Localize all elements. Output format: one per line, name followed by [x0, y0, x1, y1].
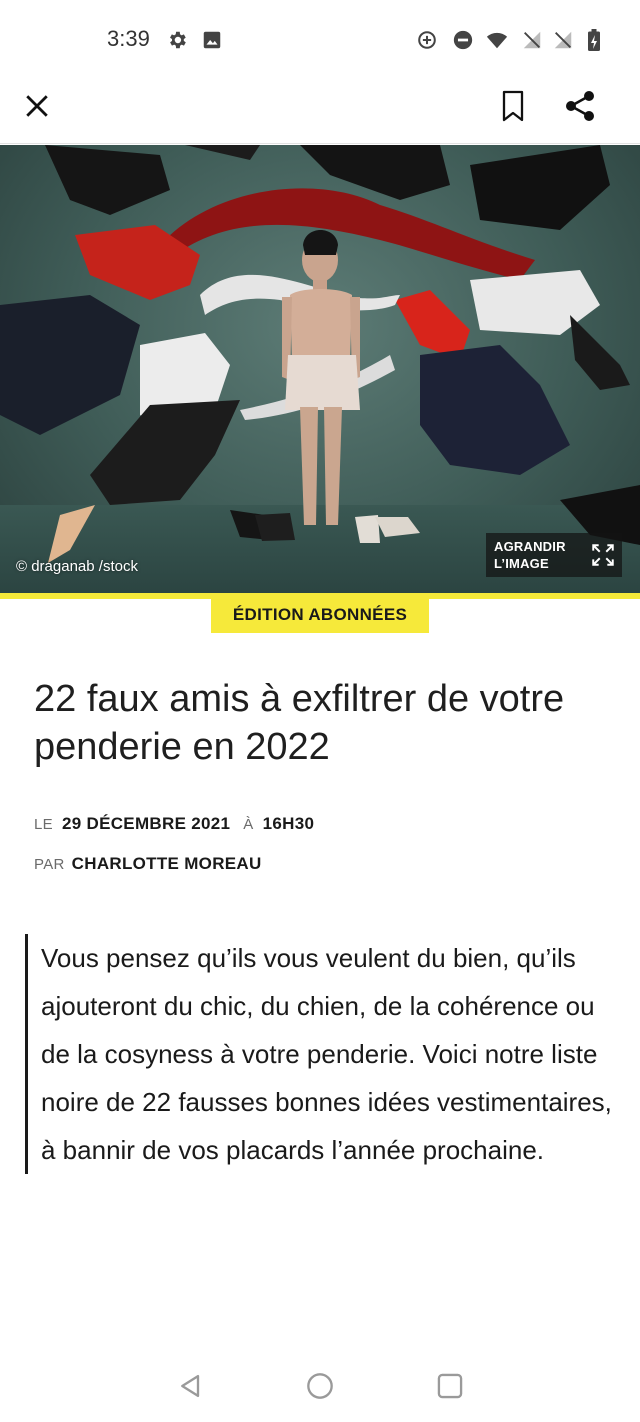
back-button[interactable]: [169, 1364, 213, 1408]
gear-icon: [165, 28, 189, 52]
close-icon: [24, 93, 50, 119]
subscriber-badge: ÉDITION ABONNÉES: [211, 597, 429, 633]
article-headline: 22 faux amis à exfiltrer de votre pender…: [34, 678, 565, 768]
author-prefix: PAR: [34, 856, 65, 873]
wifi-icon: [485, 28, 509, 52]
recents-button[interactable]: [428, 1364, 472, 1408]
signal-off-icon: [551, 28, 575, 52]
recents-square-icon: [436, 1372, 464, 1400]
data-saver-icon: [415, 28, 439, 52]
expand-icon: [588, 540, 618, 570]
article-lede: Vous pensez qu’ils vous veulent du bien,…: [25, 934, 625, 1174]
hero-image[interactable]: © draganab /stock AGRANDIR L’IMAGE: [0, 145, 640, 595]
image-icon: [200, 28, 224, 52]
status-bar: 3:39: [0, 0, 640, 82]
time-prefix: À: [243, 816, 254, 833]
battery-charging-icon: [582, 28, 606, 52]
enlarge-label-line2: L’IMAGE: [494, 556, 549, 571]
date-value: 29 DÉCEMBRE 2021: [61, 814, 231, 833]
do-not-disturb-icon: [451, 28, 475, 52]
home-button[interactable]: [298, 1364, 342, 1408]
enlarge-label-line1: AGRANDIR: [494, 539, 566, 554]
enlarge-image-label: AGRANDIR L’IMAGE: [494, 538, 582, 572]
time-value: 16H30: [262, 814, 315, 833]
app-bar: [0, 82, 640, 144]
back-triangle-icon: [177, 1372, 205, 1400]
signal-off-icon: [520, 28, 544, 52]
article-date: LE 29 DÉCEMBRE 2021 À 16H30: [34, 814, 314, 834]
date-prefix: LE: [34, 816, 53, 833]
article-author: PAR CHARLOTTE MOREAU: [34, 854, 262, 874]
enlarge-image-button[interactable]: AGRANDIR L’IMAGE: [486, 533, 622, 577]
home-circle-icon: [306, 1372, 334, 1400]
author-name[interactable]: CHARLOTTE MOREAU: [72, 854, 262, 873]
hero-illustration: [0, 145, 640, 563]
system-nav-bar: [0, 1346, 640, 1422]
image-credit: © draganab /stock: [16, 558, 138, 575]
bookmark-button[interactable]: [489, 84, 537, 128]
close-button[interactable]: [13, 84, 61, 128]
share-button[interactable]: [556, 84, 604, 128]
status-time: 3:39: [107, 26, 150, 51]
bookmark-icon: [501, 90, 525, 122]
share-icon: [564, 90, 596, 122]
